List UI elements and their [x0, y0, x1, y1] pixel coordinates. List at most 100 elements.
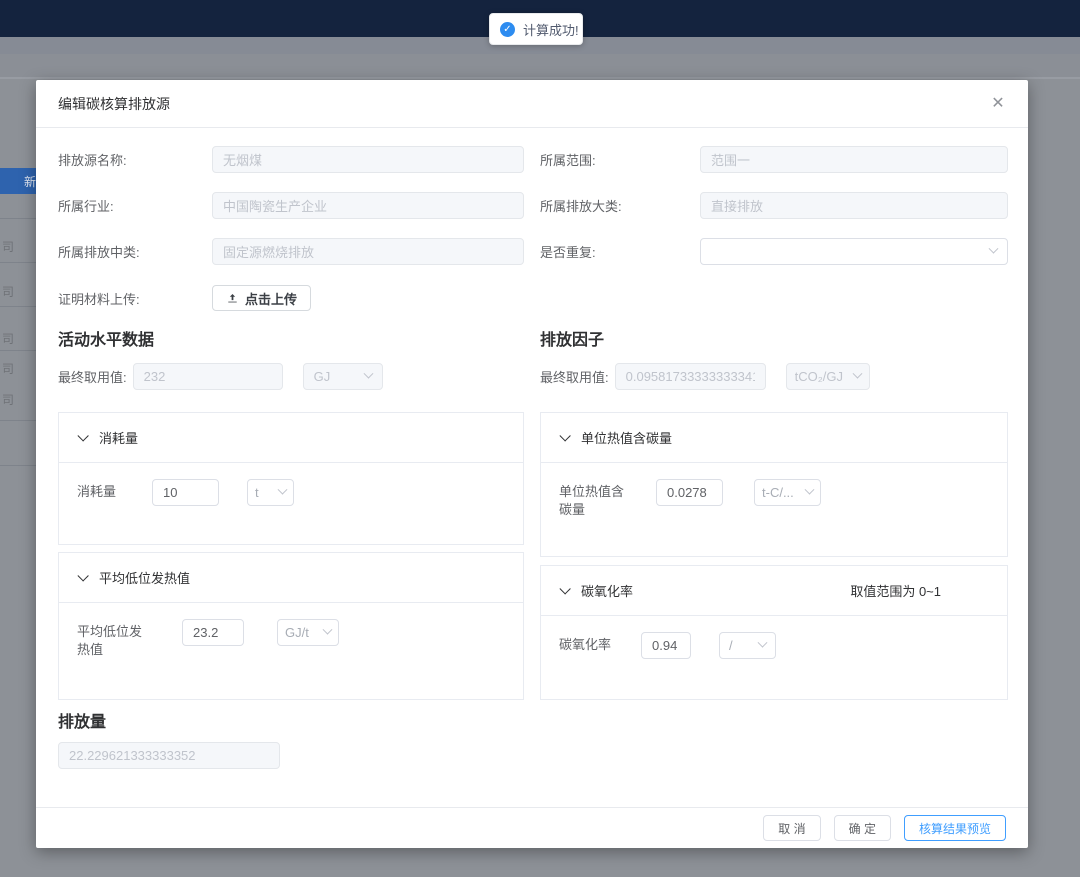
carbon-content-panel-header[interactable]: 单位热值含碳量 — [541, 413, 1007, 463]
major-category-input — [700, 192, 1008, 219]
dialog-footer: 取 消 确 定 核算结果预览 — [36, 807, 1028, 848]
industry-input — [212, 192, 524, 219]
factor-section-title: 排放因子 — [540, 330, 1008, 352]
confirm-button[interactable]: 确 定 — [834, 815, 891, 841]
success-toast: ✓ 计算成功! — [489, 13, 583, 45]
oxidation-rate-panel-header[interactable]: 碳氧化率 取值范围为 0~1 — [541, 566, 1007, 616]
carbon-content-input[interactable] — [656, 479, 723, 506]
carbon-content-label: 单位热值含碳量 — [559, 479, 629, 519]
dialog-body: 排放源名称: 所属行业: 所属排放中类: 证明材料上传: — [36, 128, 1028, 769]
consumption-panel: 消耗量 消耗量 t — [58, 412, 524, 545]
factor-final-unit: tCO₂/GJ — [795, 369, 848, 384]
chevron-down-icon — [758, 638, 768, 648]
form-row-major-category: 所属排放大类: — [540, 192, 1008, 219]
cancel-button[interactable]: 取 消 — [763, 815, 820, 841]
collapse-chevron-icon — [77, 570, 88, 581]
upload-icon — [226, 292, 239, 305]
chevron-down-icon — [278, 485, 288, 495]
dialog-header: 编辑碳核算排放源 — [36, 80, 1028, 128]
heating-value-panel: 平均低位发热值 平均低位发热值 GJ/t — [58, 552, 524, 700]
form-row-is-duplicate: 是否重复: — [540, 238, 1008, 265]
form-row-source-name: 排放源名称: — [58, 146, 524, 173]
collapse-chevron-icon — [559, 583, 570, 594]
carbon-content-panel-title: 单位热值含碳量 — [581, 428, 672, 447]
mid-category-input — [212, 238, 524, 265]
basic-info-form: 排放源名称: 所属行业: 所属排放中类: 证明材料上传: — [58, 128, 1008, 311]
is-duplicate-select[interactable] — [700, 238, 1008, 265]
factor-final-input — [615, 363, 766, 390]
oxidation-rate-panel-body: 碳氧化率 / — [541, 616, 1007, 675]
consumption-panel-body: 消耗量 t — [59, 463, 523, 522]
activity-final-label: 最终取用值: — [58, 367, 127, 386]
activity-final-unit-select: GJ — [303, 363, 383, 390]
emission-amount-input — [58, 742, 280, 769]
mid-category-label: 所属排放中类: — [58, 242, 212, 261]
upload-button-label: 点击上传 — [245, 289, 297, 308]
factor-final-label: 最终取用值: — [540, 367, 609, 386]
activity-section: 活动水平数据 最终取用值: GJ 消耗量 — [58, 311, 524, 700]
oxidation-rate-input[interactable] — [641, 632, 691, 659]
oxidation-rate-label: 碳氧化率 — [559, 632, 629, 654]
background-row-divider — [0, 350, 36, 351]
heating-value-input[interactable] — [182, 619, 244, 646]
oxidation-rate-panel-title: 碳氧化率 — [581, 581, 633, 600]
chevron-down-icon — [852, 369, 862, 379]
consumption-unit-select[interactable]: t — [247, 479, 294, 506]
oxidation-rate-unit-select[interactable]: / — [719, 632, 776, 659]
background-table-text: 司 — [2, 283, 36, 300]
activity-final-input — [133, 363, 283, 390]
form-row-mid-category: 所属排放中类: — [58, 238, 524, 265]
calc-sections: 活动水平数据 最终取用值: GJ 消耗量 — [58, 311, 1008, 700]
check-circle-icon: ✓ — [500, 22, 515, 37]
edit-emission-source-dialog: 编辑碳核算排放源 ✕ 排放源名称: 所属行业: 所属排放中类: 证明材料上传: — [36, 80, 1028, 848]
heating-value-panel-title: 平均低位发热值 — [99, 568, 190, 587]
background-table-text: 司 — [2, 330, 36, 347]
upload-button[interactable]: 点击上传 — [212, 285, 311, 311]
heating-value-unit-select[interactable]: GJ/t — [277, 619, 339, 646]
carbon-content-unit: t-C/... — [762, 485, 800, 500]
dialog-title: 编辑碳核算排放源 — [58, 94, 170, 114]
upload-label: 证明材料上传: — [58, 289, 212, 308]
consumption-label: 消耗量 — [77, 479, 140, 501]
oxidation-rate-panel: 碳氧化率 取值范围为 0~1 碳氧化率 / — [540, 565, 1008, 700]
activity-final-row: 最终取用值: GJ — [58, 363, 524, 390]
consumption-panel-header[interactable]: 消耗量 — [59, 413, 523, 463]
carbon-content-panel: 单位热值含碳量 单位热值含碳量 t-C/... — [540, 412, 1008, 557]
chevron-down-icon — [323, 625, 333, 635]
heating-value-panel-header[interactable]: 平均低位发热值 — [59, 553, 523, 603]
background-table-text: 司 — [2, 391, 36, 408]
preview-result-button[interactable]: 核算结果预览 — [904, 815, 1006, 841]
emission-section-title: 排放量 — [58, 712, 1008, 734]
scope-label: 所属范围: — [540, 150, 700, 169]
consumption-unit: t — [255, 485, 273, 500]
factor-panels: 单位热值含碳量 单位热值含碳量 t-C/... — [540, 412, 1008, 700]
factor-section: 排放因子 最终取用值: tCO₂/GJ 单位热值含碳量 — [540, 311, 1008, 700]
form-row-scope: 所属范围: — [540, 146, 1008, 173]
collapse-chevron-icon — [559, 430, 570, 441]
chevron-down-icon — [989, 244, 999, 254]
background-table-text: 司 — [2, 360, 36, 377]
consumption-panel-title: 消耗量 — [99, 428, 138, 447]
oxidation-rate-range-hint: 取值范围为 0~1 — [850, 581, 941, 600]
carbon-content-panel-body: 单位热值含碳量 t-C/... — [541, 463, 1007, 535]
industry-label: 所属行业: — [58, 196, 212, 215]
background-table-text: 司 — [2, 238, 36, 255]
background-row-divider — [0, 420, 36, 421]
form-right-column: 所属范围: 所属排放大类: 是否重复: — [540, 128, 1008, 311]
background-row-divider — [0, 218, 36, 219]
activity-panels: 消耗量 消耗量 t — [58, 412, 524, 700]
background-row-divider — [0, 262, 36, 263]
heating-value-panel-body: 平均低位发热值 GJ/t — [59, 603, 523, 675]
consumption-input[interactable] — [152, 479, 219, 506]
chevron-down-icon — [363, 369, 373, 379]
form-left-column: 排放源名称: 所属行业: 所属排放中类: 证明材料上传: — [58, 128, 524, 311]
heating-value-label: 平均低位发热值 — [77, 619, 147, 659]
collapse-chevron-icon — [77, 430, 88, 441]
major-category-label: 所属排放大类: — [540, 196, 700, 215]
carbon-content-unit-select[interactable]: t-C/... — [754, 479, 821, 506]
background-divider — [0, 77, 1080, 79]
activity-section-title: 活动水平数据 — [58, 330, 524, 352]
chevron-down-icon — [805, 485, 815, 495]
form-row-industry: 所属行业: — [58, 192, 524, 219]
close-icon[interactable]: ✕ — [986, 92, 1010, 116]
